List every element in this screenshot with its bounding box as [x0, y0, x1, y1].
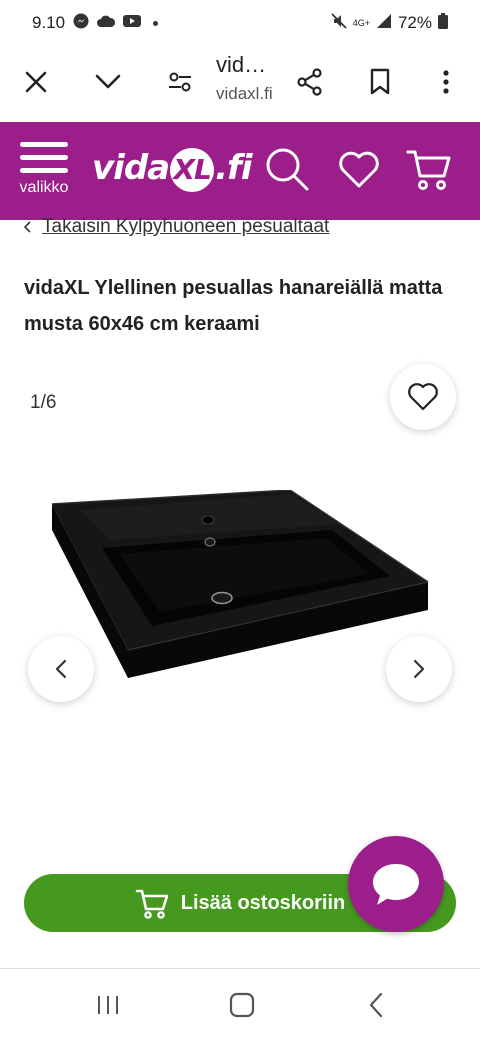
- chevron-right-icon: [413, 659, 425, 679]
- page-settings-icon: [169, 72, 191, 92]
- bookmark-button[interactable]: [358, 60, 402, 104]
- cart-button[interactable]: [404, 144, 454, 194]
- home-icon: [229, 992, 255, 1018]
- cart-add-icon: [135, 889, 169, 919]
- share-icon: [297, 68, 322, 96]
- share-button[interactable]: [288, 60, 332, 104]
- breadcrumb-link[interactable]: Takaisin Kylpyhuoneen pesualtaat: [42, 216, 329, 238]
- page-title: vid…: [216, 52, 267, 77]
- dot-icon: [153, 20, 159, 26]
- cart-icon: [406, 150, 451, 190]
- vidaxl-logo[interactable]: vida XL .fi: [92, 148, 252, 192]
- page-settings-button[interactable]: [158, 60, 202, 104]
- more-button[interactable]: [424, 60, 468, 104]
- browser-toolbar: vid… vidaxl.fi: [0, 46, 480, 122]
- recent-apps-icon: [98, 996, 118, 1014]
- chevron-down-icon: [95, 74, 121, 89]
- recent-apps-button[interactable]: [88, 987, 128, 1023]
- logo-text-right: .fi: [215, 148, 252, 188]
- menu-icon: [14, 142, 74, 173]
- previous-image-button[interactable]: [28, 636, 94, 702]
- close-icon: [25, 71, 47, 93]
- chat-button[interactable]: [348, 836, 444, 932]
- signal-icon: [376, 13, 392, 34]
- home-button[interactable]: [222, 987, 262, 1023]
- network-label: 4G+: [352, 17, 370, 28]
- mute-icon: [331, 12, 347, 34]
- breadcrumb[interactable]: Takaisin Kylpyhuoneen pesualtaat: [24, 216, 329, 238]
- product-image[interactable]: [40, 490, 440, 690]
- battery-icon: [438, 12, 448, 34]
- chat-bubble-icon: [373, 864, 419, 905]
- image-counter: 1/6: [30, 392, 57, 413]
- youtube-icon: [123, 13, 142, 33]
- system-nav-bar: [0, 968, 480, 1040]
- product-title: vidaXL Ylellinen pesuallas hanareiällä m…: [24, 277, 443, 335]
- close-button[interactable]: [14, 60, 58, 104]
- page-domain: vidaxl.fi: [216, 84, 273, 103]
- site-header: valikko vida XL .fi: [0, 122, 480, 220]
- more-icon: [443, 70, 449, 94]
- back-icon: [369, 992, 383, 1018]
- search-icon: [266, 148, 309, 191]
- menu-button[interactable]: valikko: [14, 142, 74, 197]
- url-bar[interactable]: vid… vidaxl.fi: [216, 52, 273, 104]
- back-button[interactable]: [356, 987, 396, 1023]
- menu-label: valikko: [19, 179, 69, 196]
- battery-percent: 72%: [397, 13, 432, 32]
- messenger-icon: [73, 13, 89, 34]
- logo-xl-badge: XL: [170, 148, 215, 192]
- next-image-button[interactable]: [386, 636, 452, 702]
- add-to-cart-label: Lisää ostoskoriin: [180, 891, 346, 914]
- logo-text-left: vida: [92, 148, 170, 188]
- status-bar: 9.10 4G+ 72%: [0, 0, 480, 46]
- wishlist-heart-icon: [408, 383, 438, 411]
- chevron-left-icon: [55, 659, 67, 679]
- cloud-icon: [97, 13, 116, 33]
- search-button[interactable]: [262, 144, 312, 194]
- chevron-left-small-icon: [24, 221, 31, 233]
- expand-button[interactable]: [86, 60, 130, 104]
- wishlist-toggle-button[interactable]: [390, 364, 456, 430]
- bookmark-icon: [370, 68, 390, 95]
- status-time: 9.10: [32, 13, 66, 32]
- wishlist-button[interactable]: [334, 144, 384, 194]
- heart-icon: [339, 151, 379, 188]
